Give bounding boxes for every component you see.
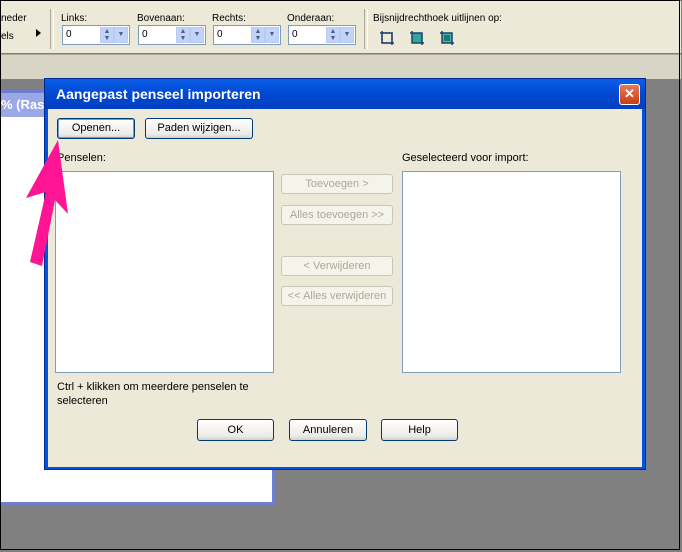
add-button[interactable]: Toevoegen >	[281, 174, 393, 194]
change-paths-button[interactable]: Paden wijzigen...	[145, 118, 253, 139]
top-label: Bovenaan:	[137, 13, 185, 24]
top-spinbox[interactable]: 0 ▲ ▼ ▼	[138, 25, 206, 45]
spin-arrows-icon[interactable]: ▲ ▼	[326, 27, 340, 43]
toolbar-separator	[364, 9, 368, 49]
bottom-value: 0	[292, 29, 298, 40]
crop-toolbar: neder els Links: 0 ▲ ▼ ▼ Bovenaan: 0 ▲ ▼ ▼…	[1, 1, 681, 53]
dialog-title: Aangepast penseel importeren	[56, 86, 261, 102]
close-icon: ✕	[624, 86, 635, 101]
align-label: Bijsnijdrechthoek uitlijnen op:	[373, 13, 502, 24]
toolbar-separator	[50, 9, 54, 49]
remove-all-button[interactable]: << Alles verwijderen	[281, 286, 393, 306]
brushes-list[interactable]	[55, 171, 274, 373]
close-button[interactable]: ✕	[619, 84, 640, 105]
help-button[interactable]: Help	[381, 419, 458, 441]
add-all-button[interactable]: Alles toevoegen >>	[281, 205, 393, 225]
crop-to-selection-icon[interactable]	[378, 29, 396, 47]
import-brush-dialog: Aangepast penseel importeren ✕ Openen...…	[44, 78, 646, 470]
toolbar-band	[1, 54, 681, 79]
dialog-body: Openen... Paden wijzigen... Penselen: To…	[48, 109, 642, 467]
cancel-button[interactable]: Annuleren	[289, 419, 367, 441]
dropdown-arrow-icon[interactable]: ▼	[265, 27, 279, 43]
spin-arrows-icon[interactable]: ▲ ▼	[100, 27, 114, 43]
open-button[interactable]: Openen...	[57, 118, 135, 139]
dropdown-arrow-icon[interactable]: ▼	[340, 27, 354, 43]
right-label: Rechts:	[212, 13, 246, 24]
spin-arrows-icon[interactable]: ▲ ▼	[251, 27, 265, 43]
left-value: 0	[66, 29, 72, 40]
ok-button[interactable]: OK	[197, 419, 274, 441]
selected-label: Geselecteerd voor import:	[402, 152, 529, 164]
remove-button[interactable]: < Verwijderen	[281, 256, 393, 276]
dropdown-arrow-icon[interactable]: ▼	[190, 27, 204, 43]
spin-arrows-icon[interactable]: ▲ ▼	[176, 27, 190, 43]
dropdown-arrow-icon[interactable]: ▼	[114, 27, 128, 43]
left-spinbox[interactable]: 0 ▲ ▼ ▼	[62, 25, 130, 45]
image-window-title-text: % (Ras	[1, 97, 45, 112]
dialog-titlebar[interactable]: Aangepast penseel importeren ✕	[45, 79, 645, 109]
multi-select-hint: Ctrl + klikken om meerdere penselen te s…	[57, 381, 249, 407]
selected-list[interactable]	[402, 171, 621, 373]
bottom-spinbox[interactable]: 0 ▲ ▼ ▼	[288, 25, 356, 45]
play-icon[interactable]	[36, 29, 41, 37]
right-spinbox[interactable]: 0 ▲ ▼ ▼	[213, 25, 281, 45]
brushes-label: Penselen:	[57, 152, 106, 164]
left-label: Links:	[61, 13, 88, 24]
crop-to-image-icon[interactable]	[438, 29, 456, 47]
right-value: 0	[217, 29, 223, 40]
top-value: 0	[142, 29, 148, 40]
toolbar-partial-value: els	[1, 31, 14, 42]
crop-to-layer-icon[interactable]	[408, 29, 426, 47]
bottom-label: Onderaan:	[287, 13, 335, 24]
toolbar-partial-label: neder	[1, 13, 27, 24]
